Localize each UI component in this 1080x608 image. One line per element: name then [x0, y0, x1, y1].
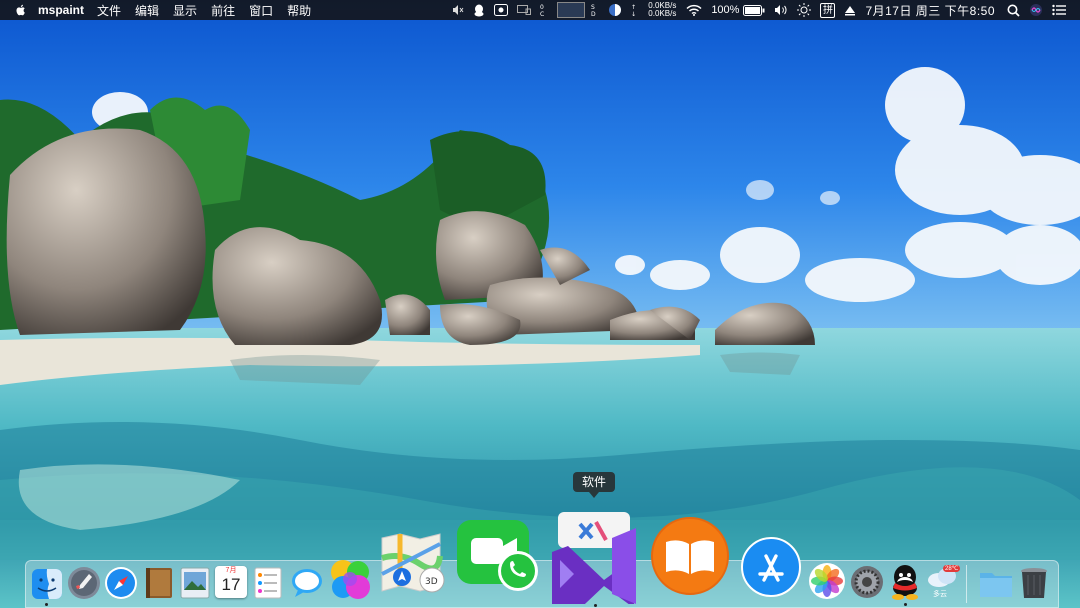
- game-center-icon[interactable]: [328, 557, 372, 601]
- input-method-label: 拼: [820, 2, 836, 18]
- calendar-month: 7月: [225, 567, 237, 574]
- speaker-muted-icon[interactable]: [452, 0, 464, 20]
- weather-condition: 多云: [933, 591, 947, 598]
- weather-temperature-badge: 28℃: [943, 565, 961, 572]
- trash-icon[interactable]: [1018, 566, 1050, 600]
- system-preferences-icon[interactable]: [850, 565, 884, 599]
- safari-icon[interactable]: [104, 566, 138, 600]
- menu-bar: mspaint 文件 编辑 显示 前往 窗口 帮助 0C SD ↑ ↓ 0.0K…: [0, 0, 1080, 20]
- brightness-icon[interactable]: [797, 0, 812, 20]
- menu-view[interactable]: 显示: [173, 2, 197, 19]
- photos-icon[interactable]: [808, 562, 846, 600]
- cpu-graph[interactable]: [557, 2, 586, 18]
- app-name-menu[interactable]: mspaint: [38, 3, 84, 17]
- app-store-icon[interactable]: [740, 536, 802, 598]
- dock-separator: [966, 565, 967, 603]
- date-time[interactable]: 7月17日 周三 下午8:50: [865, 2, 995, 19]
- svg-text:↑: ↑: [631, 4, 636, 11]
- display-mirror-icon[interactable]: [517, 0, 532, 20]
- airplay-icon[interactable]: [844, 0, 856, 20]
- svg-text:C: C: [540, 11, 544, 17]
- svg-text:D: D: [591, 11, 596, 17]
- facetime-icon[interactable]: [455, 518, 541, 592]
- qq-icon[interactable]: [888, 563, 922, 601]
- svg-text:3D: 3D: [425, 577, 438, 587]
- svg-text:S: S: [591, 4, 595, 11]
- apple-menu-icon[interactable]: [14, 3, 28, 17]
- finder-icon[interactable]: [31, 568, 63, 600]
- siri-icon[interactable]: [1029, 0, 1043, 20]
- visual-studio-running-indicator: [594, 604, 597, 607]
- folder-icon[interactable]: [978, 569, 1014, 599]
- network-arrows-icon: ↑ ↓: [631, 0, 639, 20]
- weather-icon[interactable]: 28℃ 多云: [925, 563, 961, 601]
- menu-window[interactable]: 窗口: [249, 2, 273, 19]
- battery-icon[interactable]: [743, 0, 765, 20]
- calendar-day: 17: [221, 575, 241, 594]
- battery-percentage[interactable]: 100%: [711, 4, 739, 16]
- network-speed[interactable]: 0.0KB/s 0.0KB/s: [648, 2, 676, 18]
- screenshot-tool-icon[interactable]: [494, 0, 509, 20]
- memory-icon: SD: [591, 0, 599, 20]
- qq-status-icon[interactable]: [473, 0, 485, 20]
- svg-text:0: 0: [540, 4, 544, 11]
- desktop-wallpaper: [0, 0, 1080, 608]
- notebook-icon[interactable]: [144, 567, 174, 599]
- cpu-temp-icon: 0C: [540, 0, 548, 20]
- visual-studio-icon[interactable]: [550, 508, 640, 604]
- dock-tooltip: 软件: [573, 472, 615, 498]
- menu-file[interactable]: 文件: [97, 2, 121, 19]
- reminders-icon[interactable]: [252, 566, 284, 600]
- menu-go[interactable]: 前往: [211, 2, 235, 19]
- notification-center-icon[interactable]: [1052, 0, 1066, 20]
- books-icon[interactable]: [650, 516, 730, 596]
- launchpad-icon[interactable]: [67, 566, 101, 600]
- menu-help[interactable]: 帮助: [287, 2, 311, 19]
- input-method-icon[interactable]: 拼: [820, 0, 836, 20]
- qq-running-indicator: [904, 603, 907, 606]
- network-down-speed: 0.0KB/s: [648, 9, 677, 18]
- svg-text:↓: ↓: [631, 11, 636, 17]
- preview-icon[interactable]: [179, 566, 211, 600]
- wifi-icon[interactable]: [686, 0, 702, 20]
- menu-edit[interactable]: 编辑: [135, 2, 159, 19]
- maps-icon[interactable]: 3D: [378, 532, 448, 596]
- volume-icon[interactable]: [774, 0, 788, 20]
- spotlight-search-icon[interactable]: [1007, 0, 1020, 20]
- messages-icon[interactable]: [290, 566, 324, 600]
- finder-running-indicator: [45, 603, 48, 606]
- disk-usage-icon[interactable]: [608, 0, 622, 20]
- calendar-icon[interactable]: 7月 17: [215, 566, 247, 598]
